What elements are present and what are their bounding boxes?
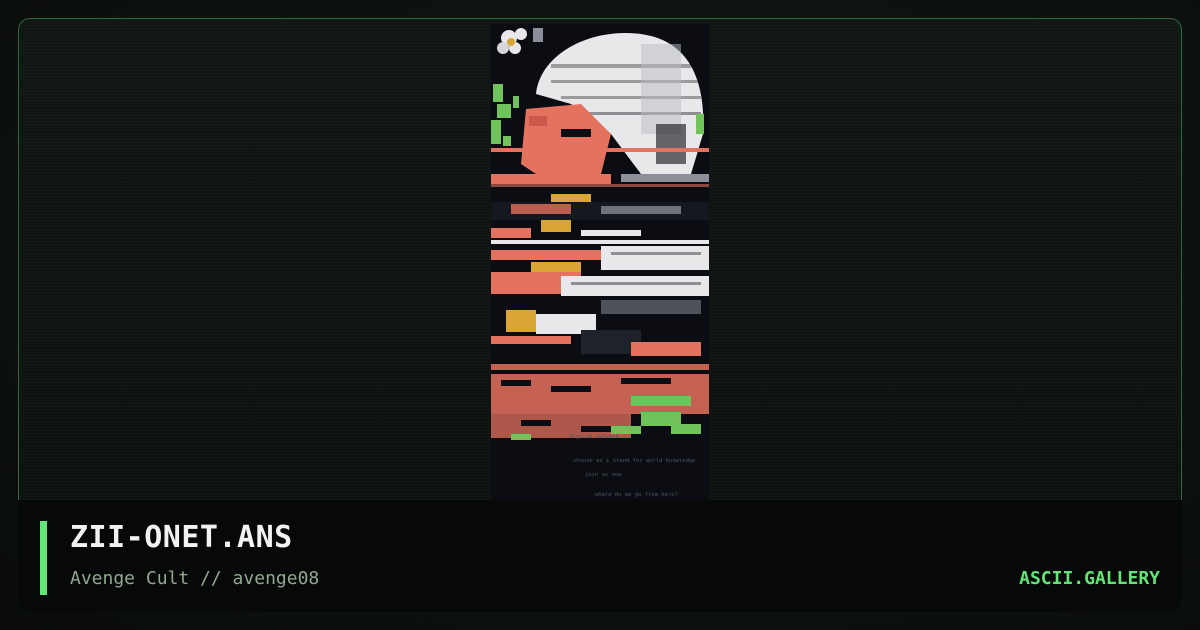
- ground-shape: [491, 374, 709, 440]
- artwork-preview[interactable]: elysium network choose as i stand for wo…: [491, 24, 709, 502]
- caption-bar: ZII-ONET.ANS Avenge Cult // avenge08 ASC…: [18, 500, 1182, 612]
- art-text-line4: where do we go from here?: [595, 492, 678, 498]
- artwork-credit: Avenge Cult // avenge08: [70, 568, 320, 589]
- art-text-line2: choose as i stand for world knowledge: [573, 458, 696, 464]
- og-card: elysium network choose as i stand for wo…: [0, 0, 1200, 630]
- art-text-line1: elysium network: [569, 434, 619, 440]
- accent-bar: [40, 521, 47, 595]
- ansi-art-image: elysium network choose as i stand for wo…: [491, 24, 709, 502]
- brand-link[interactable]: ASCII.GALLERY: [1019, 568, 1160, 589]
- artwork-title: ZII-ONET.ANS: [70, 520, 293, 555]
- art-text-line3: join us now: [585, 472, 622, 478]
